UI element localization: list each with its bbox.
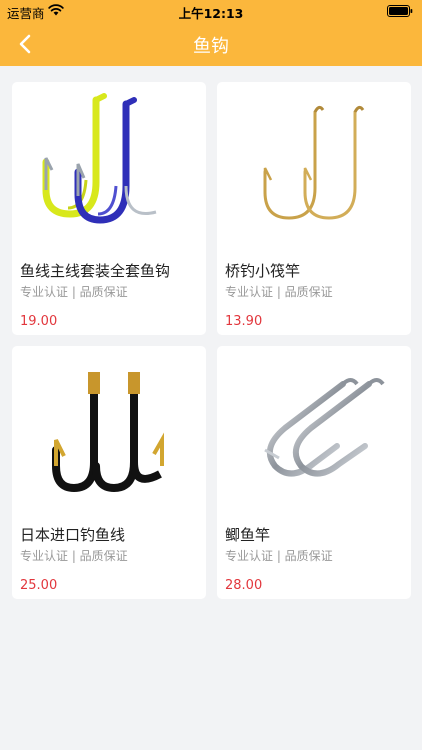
product-tags: 专业认证 | 品质保证 — [20, 549, 128, 563]
page-title: 鱼钩 — [193, 36, 229, 57]
product-image — [12, 82, 206, 247]
product-price: 28.00 — [225, 578, 263, 593]
product-title: 鲫鱼竿 — [225, 526, 271, 544]
product-title: 桥钓小筏竿 — [225, 262, 301, 280]
gold-double-fishhook-icon — [263, 105, 365, 220]
product-price: 13.90 — [225, 314, 263, 329]
yellow-blue-fishhook-icon — [42, 92, 157, 224]
product-title: 日本进口钓鱼线 — [20, 526, 126, 544]
black-gold-fishhook-icon — [52, 371, 164, 492]
product-image — [217, 82, 411, 247]
status-bar: 运营商 上午12:13 — [0, 0, 422, 22]
product-card[interactable]: 鱼线主线套装全套鱼钩 专业认证 | 品质保证 19.00 — [12, 82, 206, 335]
product-tags: 专业认证 | 品质保证 — [225, 549, 333, 563]
product-title: 鱼线主线套装全套鱼钩 — [20, 262, 171, 280]
silver-double-fishhook-icon — [264, 377, 385, 476]
battery-icon — [387, 5, 413, 17]
product-price: 19.00 — [20, 314, 58, 329]
product-card[interactable]: 桥钓小筏竿 专业认证 | 品质保证 13.90 — [217, 82, 411, 335]
app-header: 运营商 上午12:13 鱼钩 — [0, 0, 422, 66]
product-card[interactable]: 鲫鱼竿 专业认证 | 品质保证 28.00 — [217, 346, 411, 599]
product-card[interactable]: 日本进口钓鱼线 专业认证 | 品质保证 25.00 — [12, 346, 206, 599]
product-tags: 专业认证 | 品质保证 — [20, 285, 128, 299]
product-price: 25.00 — [20, 578, 58, 593]
screen: 运营商 上午12:13 鱼钩 鱼线主线套装全套鱼钩 专业认证 | 品质保证 19… — [0, 0, 422, 750]
product-image — [217, 346, 411, 511]
nav-bar: 鱼钩 — [0, 22, 422, 66]
status-time: 上午12:13 — [178, 6, 244, 21]
product-image — [12, 346, 206, 511]
product-tags: 专业认证 | 品质保证 — [225, 285, 333, 299]
